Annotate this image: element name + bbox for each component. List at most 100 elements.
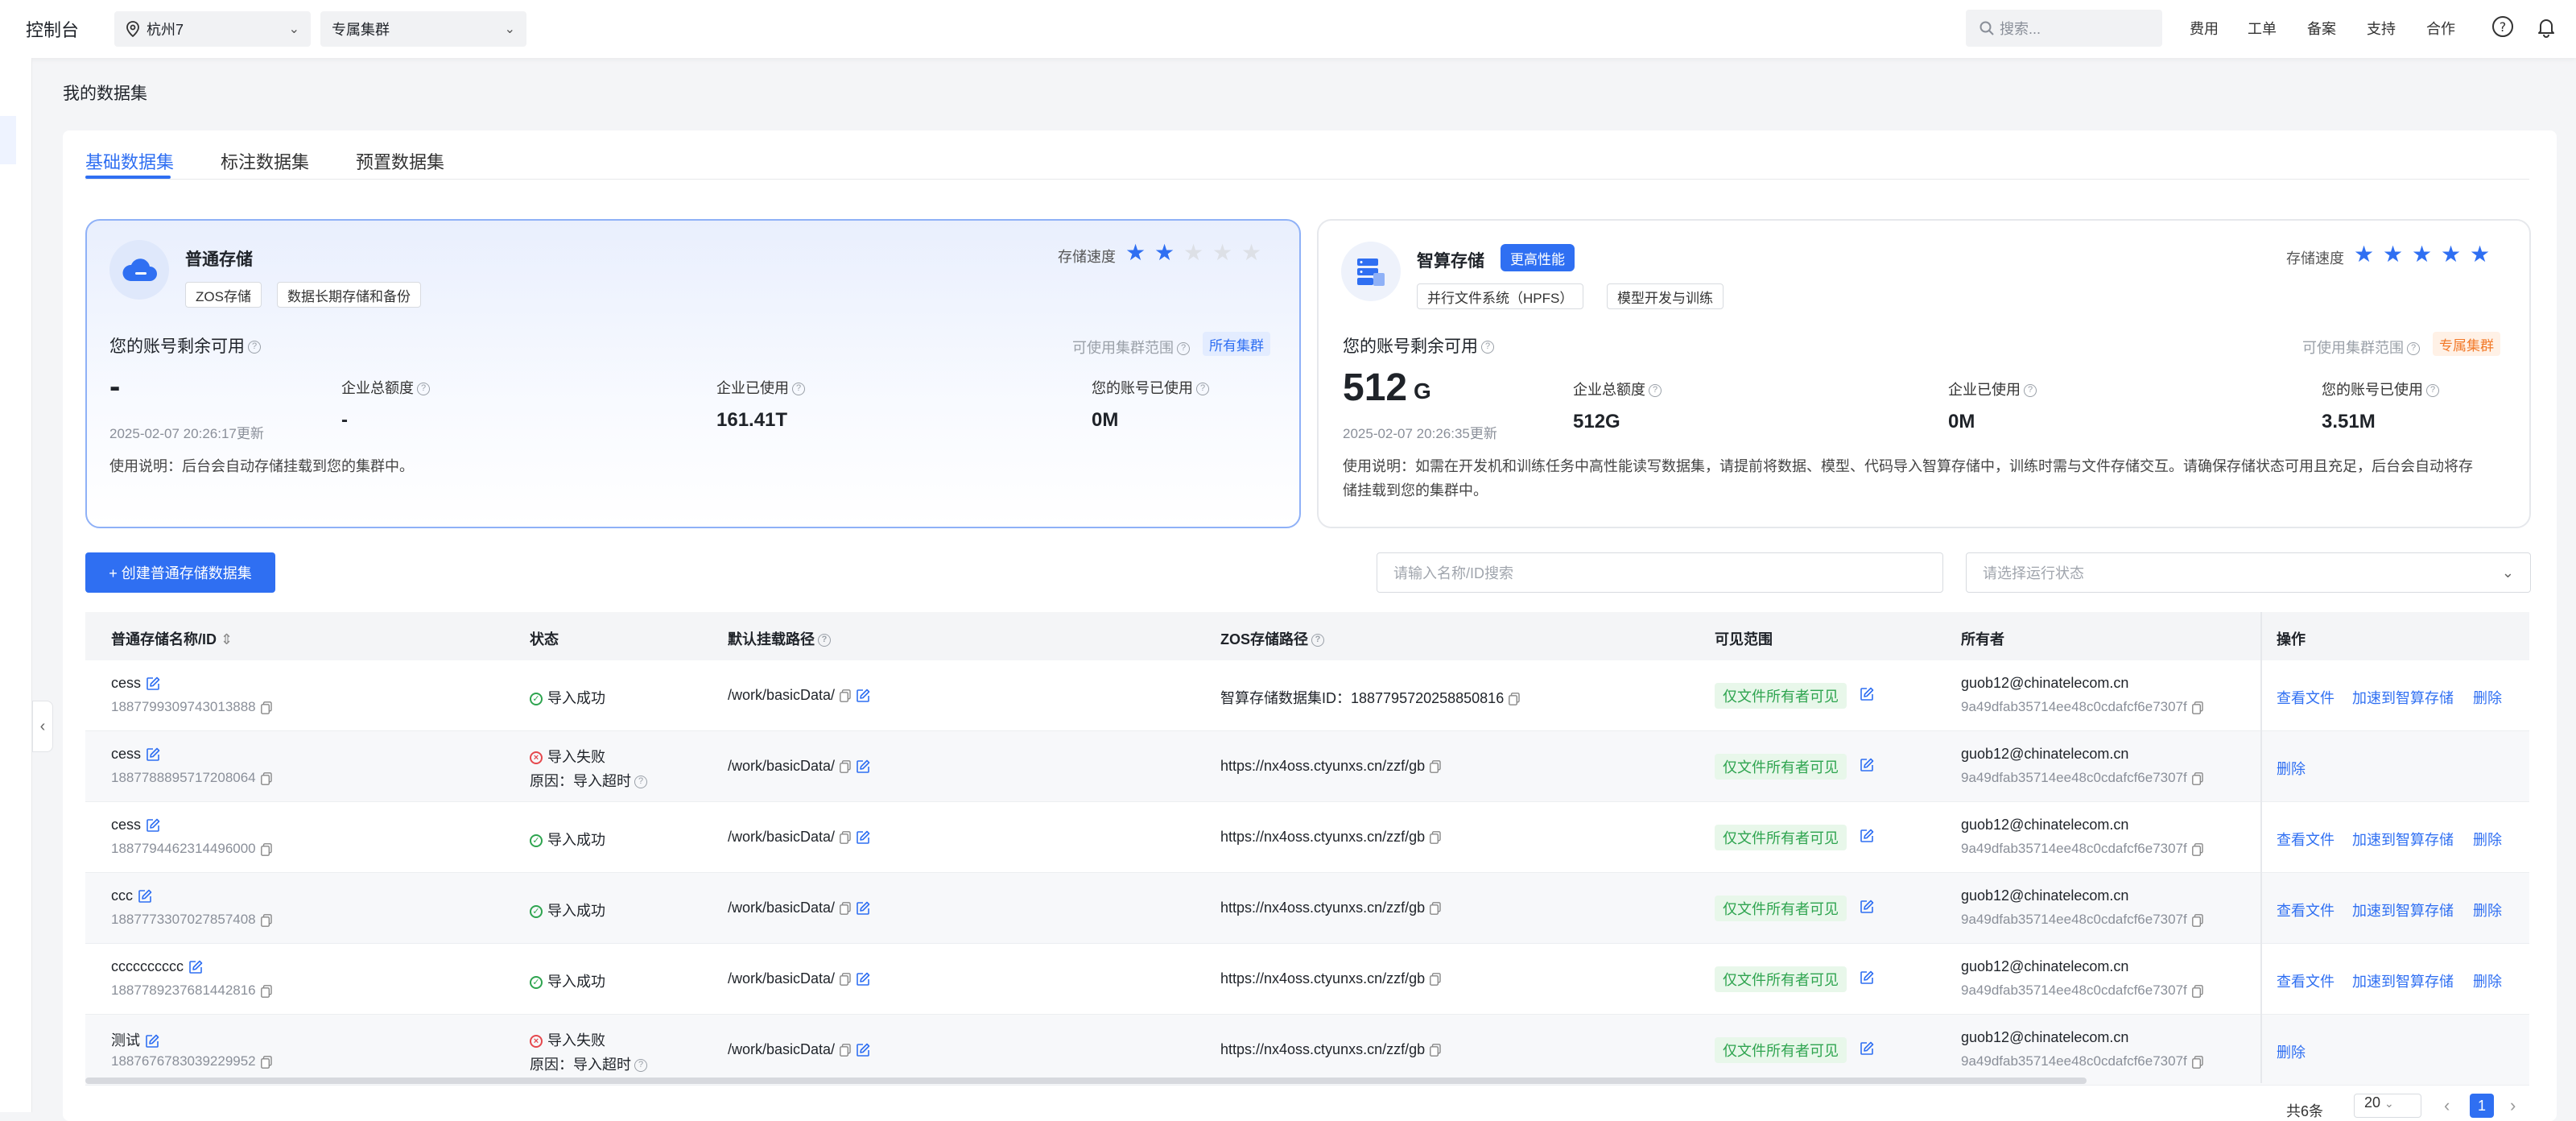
edit-icon[interactable] [1860, 829, 1874, 843]
nav-link-tickets[interactable]: 工单 [2248, 18, 2277, 39]
accelerate-link[interactable]: 加速到智算存储 [2352, 900, 2454, 920]
edit-icon[interactable] [1860, 758, 1874, 772]
edit-visibility-button[interactable] [1855, 756, 1874, 773]
help-icon[interactable]: ? [2426, 384, 2439, 398]
edit-icon[interactable] [145, 1034, 159, 1049]
edit-icon[interactable] [856, 689, 870, 703]
copy-icon[interactable] [840, 689, 851, 703]
copy-icon[interactable] [260, 842, 272, 856]
copy-icon[interactable] [2191, 701, 2203, 714]
view-files-link[interactable]: 查看文件 [2277, 687, 2334, 708]
copy-icon[interactable] [260, 1055, 272, 1069]
help-icon[interactable]: ? [1177, 342, 1190, 356]
global-search-input[interactable]: 搜索... [1966, 10, 2162, 47]
copy-icon[interactable] [840, 902, 851, 916]
copy-icon[interactable] [840, 973, 851, 987]
region-selector[interactable]: 杭州7 ⌄ [114, 11, 311, 47]
help-icon[interactable]: ? [1649, 384, 1662, 398]
help-icon[interactable]: ? [818, 634, 831, 647]
edit-icon[interactable] [188, 960, 203, 974]
copy-icon[interactable] [1430, 973, 1441, 987]
edit-icon[interactable] [138, 889, 152, 904]
nav-link-support[interactable]: 支持 [2367, 18, 2396, 39]
delete-link[interactable]: 删除 [2473, 900, 2502, 920]
status-filter-select[interactable]: 请选择运行状态 ⌄ [1966, 552, 2531, 593]
copy-icon[interactable] [260, 701, 272, 714]
nav-link-cooperation[interactable]: 合作 [2426, 18, 2455, 39]
tab-preset-datasets[interactable]: 预置数据集 [356, 148, 444, 174]
copy-icon[interactable] [1430, 1044, 1441, 1057]
delete-link[interactable]: 删除 [2473, 970, 2502, 991]
copy-icon[interactable] [260, 984, 272, 998]
prev-page-button[interactable]: ‹ [2444, 1095, 2450, 1116]
accelerate-link[interactable]: 加速到智算存储 [2352, 970, 2454, 991]
edit-icon[interactable] [146, 676, 160, 691]
accelerate-link[interactable]: 加速到智算存储 [2352, 687, 2454, 708]
delete-link[interactable]: 删除 [2473, 687, 2502, 708]
delete-link[interactable]: 删除 [2277, 1041, 2306, 1062]
copy-icon[interactable] [2191, 1055, 2203, 1069]
tab-basic-datasets[interactable]: 基础数据集 [85, 148, 174, 174]
help-icon[interactable]: ? [417, 383, 430, 396]
delete-link[interactable]: 删除 [2473, 829, 2502, 850]
copy-icon[interactable] [840, 1044, 851, 1057]
edit-icon[interactable] [856, 901, 870, 916]
help-icon[interactable]: ? [2491, 14, 2515, 39]
nav-link-filing[interactable]: 备案 [2307, 18, 2336, 39]
edit-icon[interactable] [1860, 1041, 1874, 1056]
view-files-link[interactable]: 查看文件 [2277, 970, 2334, 991]
edit-icon[interactable] [856, 830, 870, 845]
page-number-current[interactable]: 1 [2470, 1094, 2494, 1118]
copy-icon[interactable] [2191, 913, 2203, 927]
standard-storage-card[interactable] [85, 219, 1301, 528]
nav-link-billing[interactable]: 费用 [2190, 18, 2219, 39]
edit-visibility-button[interactable] [1855, 827, 1874, 844]
collapse-sidebar-button[interactable]: ‹ [32, 701, 53, 752]
help-icon[interactable]: ? [1196, 383, 1209, 396]
edit-visibility-button[interactable] [1855, 1040, 1874, 1057]
copy-icon[interactable] [1430, 760, 1441, 774]
edit-icon[interactable] [1860, 687, 1874, 701]
horizontal-scrollbar[interactable] [85, 1078, 2087, 1084]
edit-icon[interactable] [856, 759, 870, 774]
copy-icon[interactable] [260, 913, 272, 927]
help-icon[interactable]: ? [1311, 634, 1325, 647]
dataset-search-input[interactable]: 请输入名称/ID搜索 [1377, 552, 1943, 593]
help-icon[interactable]: ? [634, 776, 647, 789]
create-dataset-button[interactable]: + 创建普通存储数据集 [85, 552, 275, 593]
help-icon[interactable]: ? [2407, 342, 2420, 356]
view-files-link[interactable]: 查看文件 [2277, 900, 2334, 920]
copy-icon[interactable] [2191, 842, 2203, 856]
column-header-name[interactable]: 普通存储名称/ID ⇕ [111, 628, 233, 649]
tab-annotated-datasets[interactable]: 标注数据集 [221, 148, 309, 174]
help-icon[interactable]: ? [1481, 341, 1494, 354]
delete-link[interactable]: 删除 [2277, 758, 2306, 779]
copy-icon[interactable] [1509, 693, 1520, 706]
edit-visibility-button[interactable] [1855, 898, 1874, 915]
edit-visibility-button[interactable] [1855, 969, 1874, 986]
copy-icon[interactable] [2191, 771, 2203, 785]
edit-icon[interactable] [856, 1043, 870, 1057]
copy-icon[interactable] [1430, 902, 1441, 916]
edit-icon[interactable] [856, 972, 870, 987]
copy-icon[interactable] [840, 760, 851, 774]
next-page-button[interactable]: › [2510, 1095, 2516, 1116]
copy-icon[interactable] [840, 831, 851, 845]
console-brand[interactable]: 控制台 [26, 16, 79, 42]
sort-icon[interactable]: ⇕ [221, 631, 233, 647]
help-icon[interactable]: ? [2024, 384, 2037, 398]
edit-icon[interactable] [1860, 900, 1874, 914]
copy-icon[interactable] [2191, 984, 2203, 998]
help-icon[interactable]: ? [634, 1059, 647, 1073]
page-size-select[interactable]: 20 ⌄ [2354, 1094, 2421, 1118]
help-icon[interactable]: ? [792, 383, 805, 396]
edit-icon[interactable] [146, 747, 160, 762]
sidebar-active-item[interactable] [0, 116, 16, 164]
edit-visibility-button[interactable] [1855, 685, 1874, 702]
help-icon[interactable]: ? [248, 341, 261, 354]
view-files-link[interactable]: 查看文件 [2277, 829, 2334, 850]
copy-icon[interactable] [1430, 831, 1441, 845]
accelerate-link[interactable]: 加速到智算存储 [2352, 829, 2454, 850]
edit-icon[interactable] [146, 818, 160, 833]
copy-icon[interactable] [260, 771, 272, 785]
